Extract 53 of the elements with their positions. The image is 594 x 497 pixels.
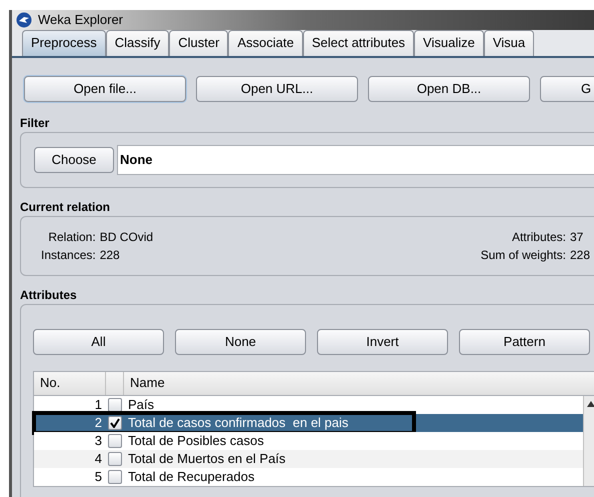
tab[interactable]: Visua [484, 30, 534, 56]
open-button[interactable]: Open file... [24, 76, 186, 102]
filter-field[interactable]: None [117, 144, 594, 174]
instances-value: 228 [100, 246, 121, 264]
column-header[interactable]: No. [34, 372, 106, 394]
selection-button[interactable]: All [33, 328, 164, 354]
weights-label: Sum of weights: [480, 246, 566, 264]
checkbox[interactable] [108, 434, 122, 448]
row-number: 4 [94, 450, 103, 468]
tab[interactable]: Classify [106, 30, 170, 56]
attribute-name: País [127, 396, 154, 414]
attributes-value: 37 [570, 228, 584, 246]
up-arrow-icon[interactable] [586, 400, 594, 408]
tab[interactable]: Associate [228, 30, 303, 56]
open-button[interactable]: Open DB... [368, 76, 530, 102]
tab[interactable]: Preprocess [22, 30, 106, 56]
row-number: 2 [94, 414, 103, 432]
attribute-name: Total de Posibles casos [127, 432, 264, 450]
checkbox[interactable] [108, 470, 122, 484]
attribute-name: Total de Muertos en el País [127, 450, 286, 468]
section-heading: Current relation [20, 198, 112, 214]
row-number: 1 [94, 396, 103, 414]
scrollbar[interactable] [583, 396, 594, 486]
attribute-row[interactable]: 3 Total de Posibles casos [34, 432, 583, 450]
window-title: Weka Explorer [38, 11, 124, 29]
tab[interactable]: Select attributes [302, 30, 414, 56]
tab[interactable]: Visualize [414, 30, 484, 56]
relation-value: BD COvid [100, 228, 154, 246]
section-heading: Attributes [20, 286, 78, 302]
open-button[interactable]: G [540, 76, 594, 102]
tab[interactable]: Cluster [169, 30, 228, 56]
row-number: 5 [94, 468, 103, 486]
column-header[interactable]: Name [124, 372, 594, 394]
section-heading: Filter [20, 114, 50, 130]
attribute-row[interactable]: 5 Total de Recuperados [34, 468, 583, 486]
row-number: 3 [94, 432, 103, 450]
open-button[interactable]: Open URL... [196, 76, 358, 102]
checkbox[interactable] [108, 398, 122, 412]
attribute-row[interactable]: 4 Total de Muertos en el País [34, 450, 583, 468]
check-icon [110, 418, 120, 428]
selection-button[interactable]: None [175, 328, 306, 354]
attribute-name: Total de casos confirmados en el pais [127, 414, 348, 432]
attributes-label: Attributes: [510, 228, 566, 246]
relation-label: Relation: [47, 228, 96, 246]
selection-button[interactable]: Invert [317, 328, 448, 354]
choose-button[interactable]: Choose [34, 146, 114, 172]
selection-button[interactable]: Pattern [459, 328, 590, 354]
attribute-name: Total de Recuperados [127, 468, 254, 486]
instances-label: Instances: [41, 246, 96, 264]
checkbox[interactable] [108, 452, 122, 466]
checkbox[interactable] [108, 416, 122, 430]
bird-icon [16, 12, 32, 28]
weights-value: 228 [570, 246, 590, 264]
